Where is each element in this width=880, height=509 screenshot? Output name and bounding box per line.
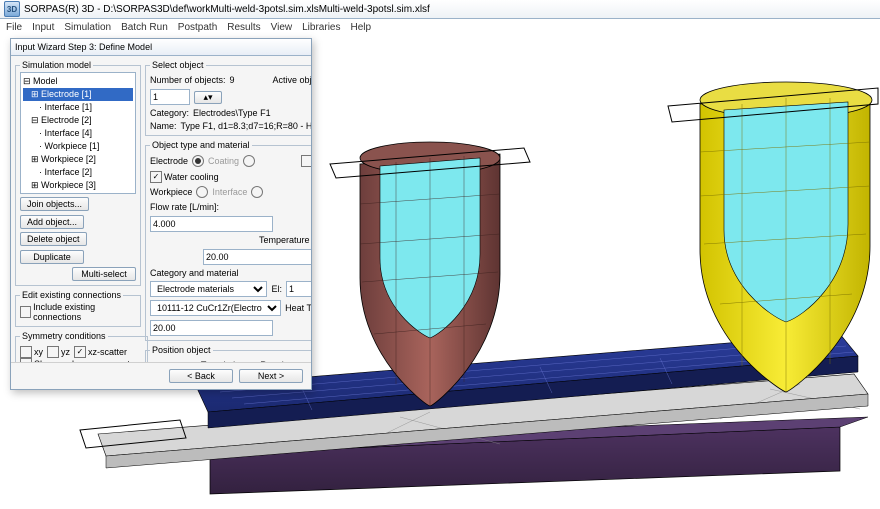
- num-objects-label: Number of objects:: [150, 75, 226, 85]
- lbl-workpiece: Workpiece: [150, 187, 192, 197]
- el-label: El:: [271, 284, 282, 294]
- active-object-input[interactable]: [150, 89, 190, 105]
- tree-legend: Simulation model: [20, 60, 93, 70]
- heat-input[interactable]: [150, 320, 273, 336]
- select-object-legend: Select object: [150, 60, 206, 70]
- simulation-tree[interactable]: ⊟ Model ⊞ Electrode [1] · Interface [1] …: [20, 72, 136, 194]
- active-object-spin[interactable]: ▴▾: [194, 91, 222, 104]
- duplicate-button[interactable]: Duplicate: [20, 250, 84, 264]
- menubar: File Input Simulation Batch Run Postpath…: [0, 19, 880, 35]
- dialog-title: Input Wizard Step 3: Define Model: [11, 39, 311, 56]
- symmetry-conditions: Symmetry conditions xy yz xz-scatter Sho…: [15, 331, 148, 362]
- existing-connections: Edit existing connections Include existi…: [15, 290, 141, 327]
- category-select[interactable]: Electrode materials: [150, 281, 267, 297]
- include-existing-checkbox[interactable]: Include existing connections: [20, 302, 136, 322]
- catmat-label: Category and material: [150, 268, 239, 278]
- next-button[interactable]: Next >: [239, 369, 303, 383]
- radio-interface[interactable]: [251, 186, 263, 198]
- menu-help[interactable]: Help: [350, 22, 371, 33]
- symmetry-legend: Symmetry conditions: [20, 331, 108, 341]
- lbl-interface: Interface: [212, 187, 247, 197]
- radio-electrode[interactable]: [192, 155, 204, 167]
- lbl-electrode: Electrode: [150, 156, 188, 166]
- num-objects-value: 9: [230, 75, 235, 85]
- join-objects-button[interactable]: Join objects...: [20, 197, 89, 211]
- radio-workpiece[interactable]: [196, 186, 208, 198]
- sym-yz[interactable]: yz: [47, 346, 70, 358]
- lbl-coating: Coating: [208, 156, 239, 166]
- menu-libraries[interactable]: Libraries: [302, 22, 340, 33]
- menu-results[interactable]: Results: [227, 22, 260, 33]
- menu-file[interactable]: File: [6, 22, 22, 33]
- name-value: Type F1, d1=8.3;d7=16;R=80 - Half: [181, 121, 311, 131]
- titlebar: 3D SORPAS(R) 3D - D:\SORPAS3D\def\workMu…: [0, 0, 880, 19]
- add-object-button[interactable]: Add object...: [20, 215, 84, 229]
- flow-label: Flow rate [L/min]:: [150, 202, 219, 212]
- water-checkbox[interactable]: Water cooling: [150, 171, 219, 183]
- active-object-label: Active object:: [272, 75, 311, 85]
- wizard-dialog: Input Wizard Step 3: Define Model Simula…: [10, 38, 312, 390]
- sym-xy[interactable]: xy: [20, 346, 43, 358]
- category-value: Electrodes\Type F1: [193, 108, 271, 118]
- menu-postpath[interactable]: Postpath: [178, 22, 217, 33]
- app-icon: 3D: [4, 1, 20, 17]
- select-object: Select object Number of objects: 9 Activ…: [145, 60, 311, 136]
- back-button[interactable]: < Back: [169, 369, 233, 383]
- material-select[interactable]: 10111-12 CuCr1Zr(Electrode CuCrZr): [150, 300, 281, 316]
- position-legend: Position object: [150, 345, 213, 355]
- sym-xz[interactable]: xz-scatter: [74, 346, 127, 358]
- type-material: Object type and material Electrode Coati…: [145, 140, 311, 341]
- delete-object-button[interactable]: Delete object: [20, 232, 87, 246]
- flow-input[interactable]: [150, 216, 273, 232]
- tree-fieldset: Simulation model ⊟ Model ⊞ Electrode [1]…: [15, 60, 141, 286]
- typemat-legend: Object type and material: [150, 140, 252, 150]
- window-title: SORPAS(R) 3D - D:\SORPAS3D\def\workMulti…: [24, 4, 430, 15]
- menu-batchrun[interactable]: Batch Run: [121, 22, 168, 33]
- heat-label: Heat T[C]:: [285, 303, 311, 313]
- temp-input[interactable]: [203, 249, 311, 265]
- air-checkbox[interactable]: Air: [301, 155, 311, 167]
- category-label: Category:: [150, 108, 189, 118]
- existing-conn-legend: Edit existing connections: [20, 290, 123, 300]
- multiselect-button[interactable]: Multi-select: [72, 267, 136, 281]
- radio-coating[interactable]: [243, 155, 255, 167]
- el-input[interactable]: [286, 281, 311, 297]
- temp-label: Temperature [C]:: [259, 235, 311, 245]
- position-object: Position object Translation [mm] Rotatio…: [145, 345, 311, 362]
- menu-simulation[interactable]: Simulation: [64, 22, 111, 33]
- menu-input[interactable]: Input: [32, 22, 54, 33]
- name-label: Name:: [150, 121, 177, 131]
- menu-view[interactable]: View: [271, 22, 293, 33]
